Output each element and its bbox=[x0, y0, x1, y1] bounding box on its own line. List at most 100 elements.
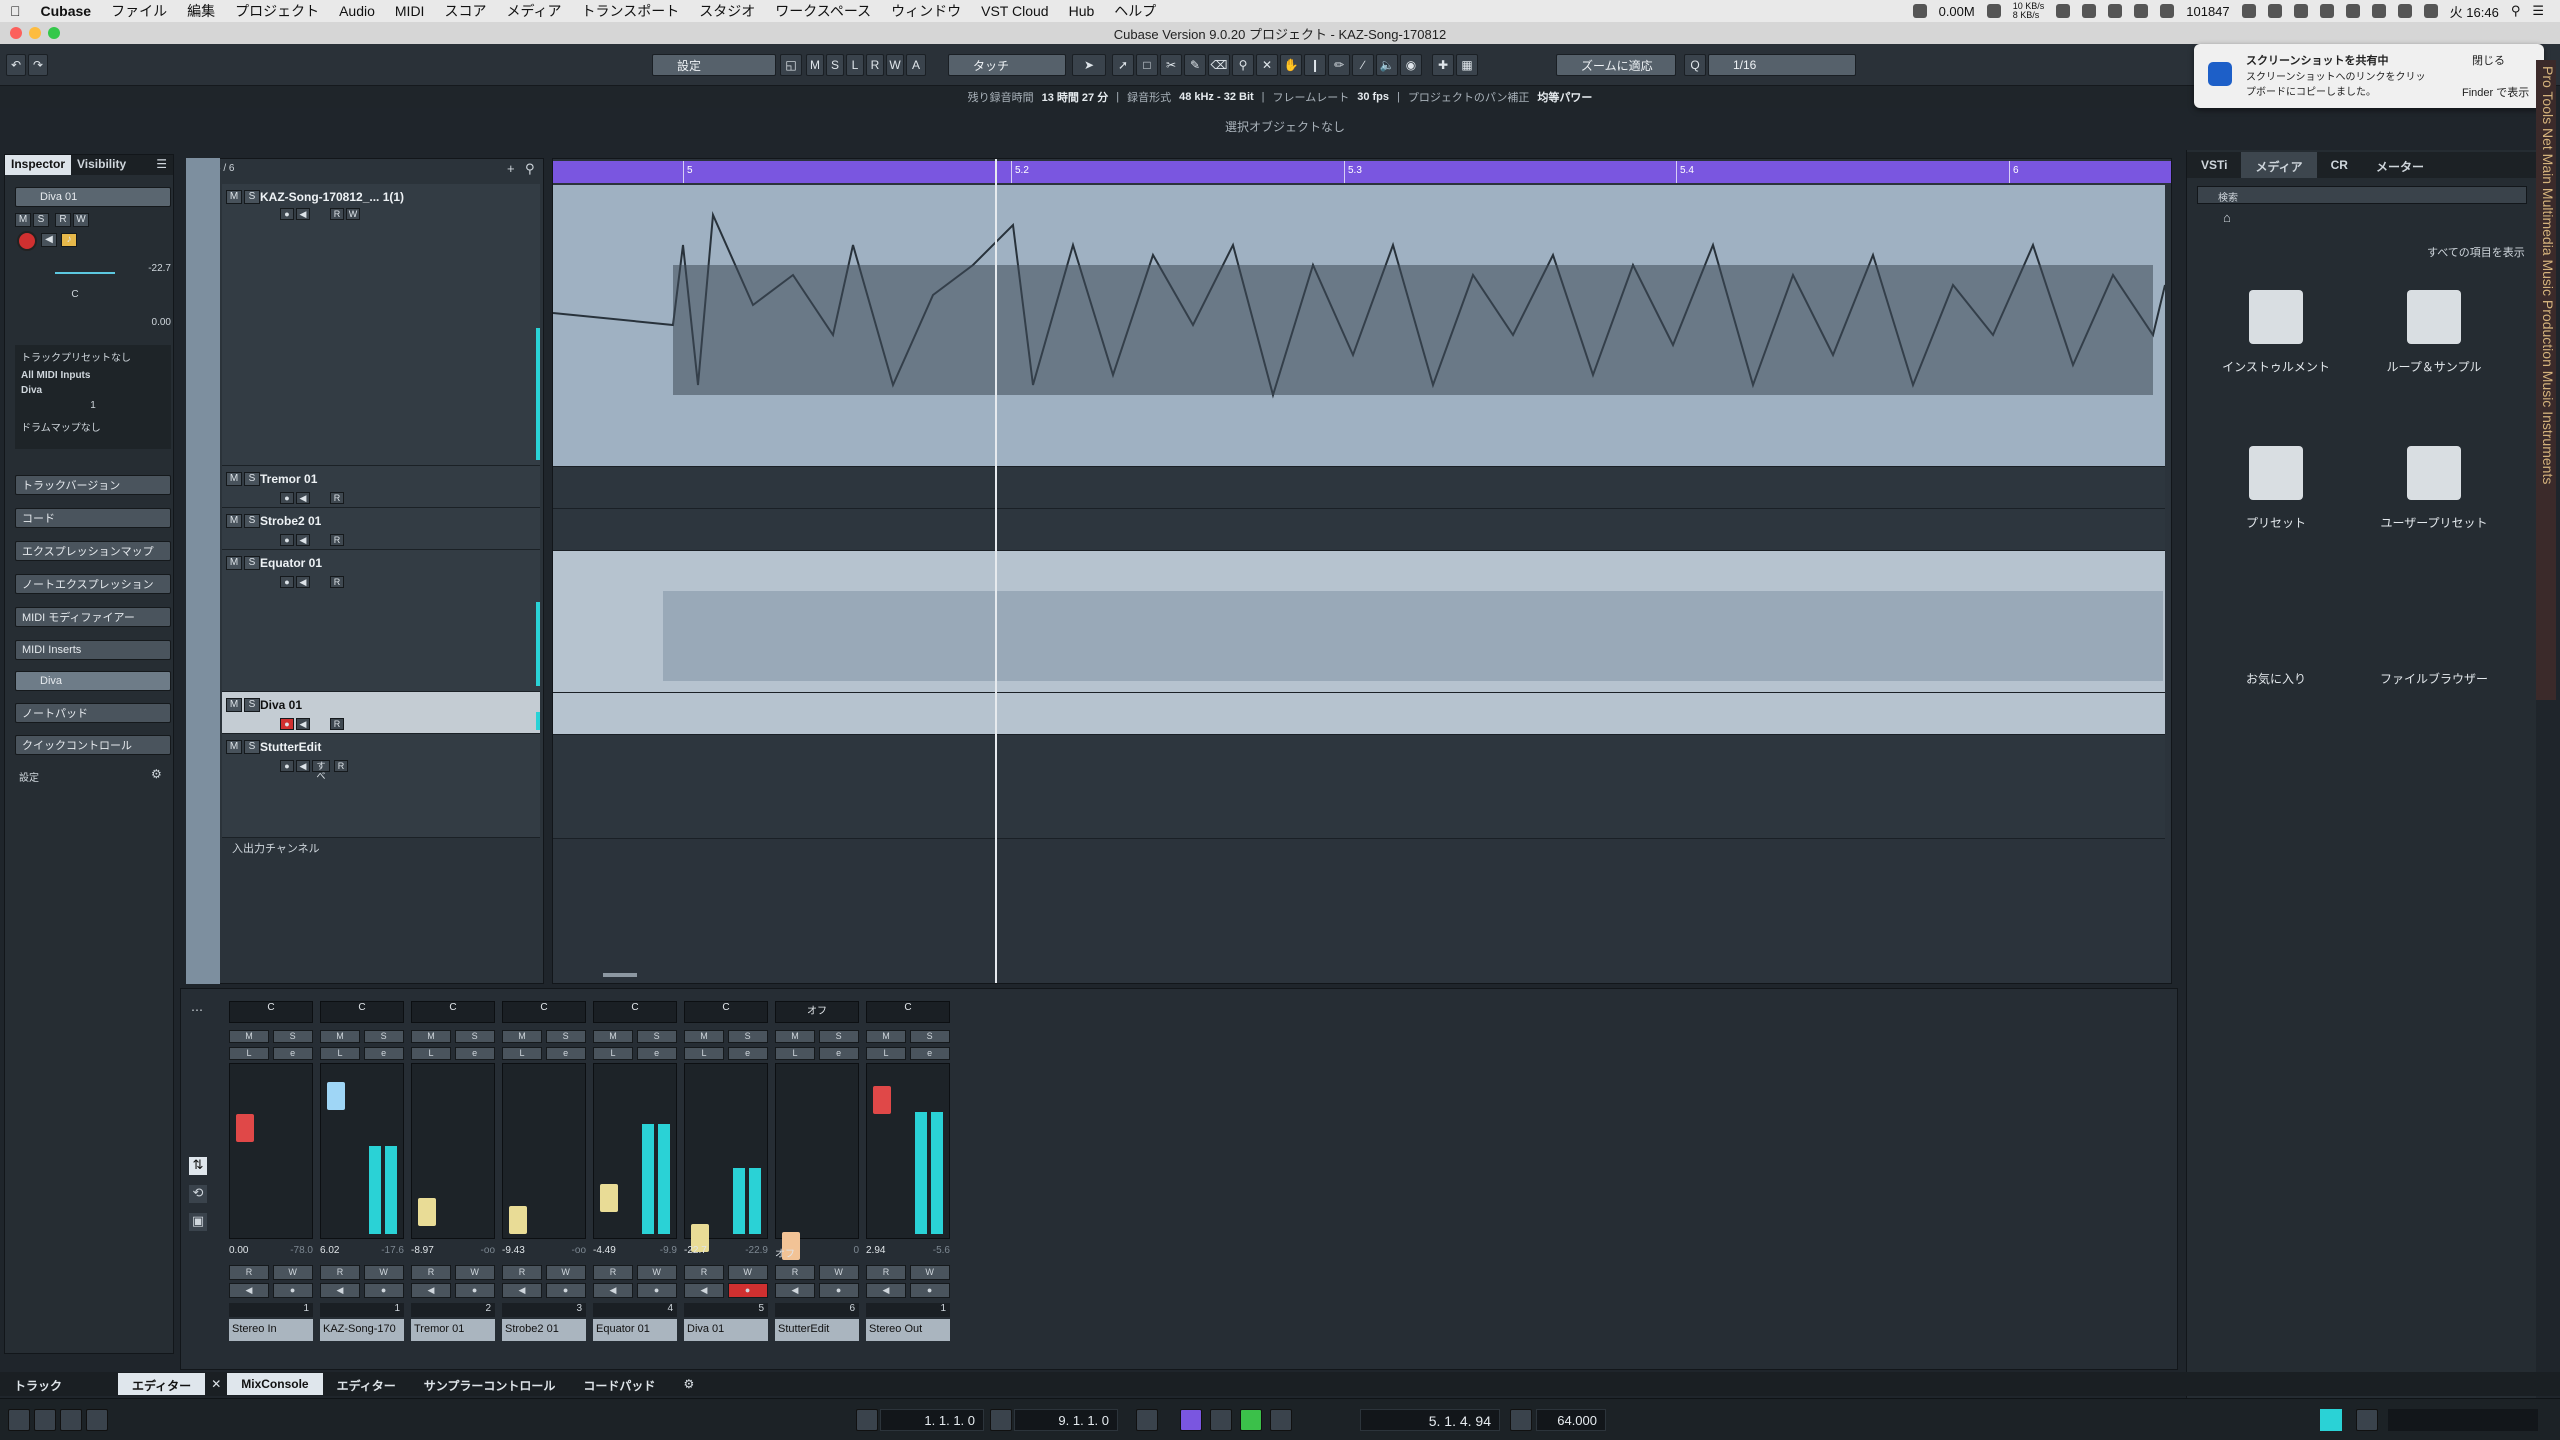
status-icon[interactable] bbox=[2423, 4, 2438, 18]
metronome-icon[interactable] bbox=[2356, 1409, 2378, 1431]
listen-button[interactable]: L bbox=[866, 1047, 906, 1060]
status-icon[interactable] bbox=[2371, 4, 2386, 18]
volume-fader[interactable] bbox=[411, 1063, 495, 1239]
status-icon[interactable] bbox=[2160, 4, 2175, 18]
section-instrument[interactable]: Diva bbox=[15, 671, 171, 691]
solo-button[interactable]: S bbox=[272, 1030, 313, 1043]
write-button[interactable]: W bbox=[272, 1265, 313, 1280]
solo-button[interactable]: S bbox=[244, 740, 260, 754]
write-button[interactable]: W bbox=[727, 1265, 768, 1280]
mute-button[interactable]: M bbox=[320, 1030, 360, 1043]
tab-editor[interactable]: エディター bbox=[118, 1373, 206, 1395]
edit-button[interactable]: e bbox=[454, 1047, 495, 1060]
framerate-value[interactable]: 30 fps bbox=[1357, 91, 1389, 103]
draw-tool-icon[interactable]: ✏ bbox=[1328, 54, 1350, 76]
pan-control[interactable]: オフ bbox=[775, 1001, 859, 1023]
record-enable-button[interactable]: ● bbox=[272, 1283, 313, 1298]
section-track-versions[interactable]: トラックバージョン bbox=[15, 475, 171, 495]
section-notepad[interactable]: ノートパッド bbox=[15, 703, 171, 723]
add-track-icon[interactable]: + bbox=[507, 161, 515, 176]
delay-readout[interactable]: 0.00 bbox=[25, 317, 171, 328]
drum-map[interactable]: ドラムマップなし bbox=[15, 413, 171, 440]
volume-readout[interactable]: オフ 0 bbox=[775, 1245, 859, 1260]
volume-fader[interactable] bbox=[502, 1063, 586, 1239]
inspector-track-name[interactable]: Diva 01 bbox=[15, 187, 171, 207]
solo-button[interactable]: S bbox=[909, 1030, 950, 1043]
stop-button[interactable] bbox=[1210, 1409, 1232, 1431]
read-button[interactable]: R bbox=[684, 1265, 724, 1280]
preset-dropdown[interactable]: 設定 bbox=[652, 54, 776, 76]
channel-strip[interactable]: CM SL e -4.49 -9.9 R W◀ ● 4 Equator 01 bbox=[591, 1001, 679, 1341]
track-name[interactable]: Tremor 01 bbox=[260, 472, 317, 486]
channel-name[interactable]: Equator 01 bbox=[593, 1319, 677, 1341]
pan-control[interactable]: C bbox=[684, 1001, 768, 1023]
volume-fader[interactable] bbox=[866, 1063, 950, 1239]
mute-button[interactable]: M bbox=[593, 1030, 633, 1043]
write-button[interactable]: W bbox=[636, 1265, 677, 1280]
notification-center-icon[interactable]: ☰ bbox=[2532, 3, 2544, 19]
track-name[interactable]: KAZ-Song-170812_... 1(1) bbox=[260, 190, 404, 204]
track-preset[interactable]: トラックプリセットなし bbox=[15, 345, 171, 368]
status-icon[interactable] bbox=[2267, 4, 2282, 18]
status-icon[interactable] bbox=[2345, 4, 2360, 18]
quantize-dropdown[interactable]: 1/16 bbox=[1708, 54, 1856, 76]
listen-button[interactable]: L bbox=[846, 54, 864, 76]
hand-tool-icon[interactable]: ✋ bbox=[1280, 54, 1302, 76]
read-button[interactable]: R bbox=[320, 1265, 360, 1280]
punch-in-icon[interactable] bbox=[34, 1409, 56, 1431]
notification-close-button[interactable]: 閉じる bbox=[2472, 52, 2505, 68]
color-tool-icon[interactable]: ◉ bbox=[1400, 54, 1422, 76]
pan-readout[interactable]: C bbox=[25, 289, 125, 300]
track-name[interactable]: StutterEdit bbox=[260, 740, 321, 754]
volume-readout[interactable]: -9.43 -oo bbox=[502, 1245, 586, 1256]
monitor-button[interactable]: ◀ bbox=[502, 1283, 542, 1298]
mute-button[interactable]: M bbox=[15, 213, 31, 227]
mute-button[interactable]: M bbox=[226, 472, 242, 486]
volume-readout[interactable]: 6.02 -17.6 bbox=[320, 1245, 404, 1256]
clock[interactable]: 火 16:46 bbox=[2450, 2, 2499, 21]
midi-output[interactable]: Diva bbox=[15, 383, 171, 398]
side-banner[interactable]: Pro Tools Net Main Multimedia Music Prod… bbox=[2536, 60, 2556, 700]
punch-out-icon[interactable] bbox=[60, 1409, 82, 1431]
close-icon[interactable]: ✕ bbox=[205, 1373, 227, 1395]
object-select-tool-icon[interactable]: ➚ bbox=[1112, 54, 1134, 76]
glue-tool-icon[interactable]: ✎ bbox=[1184, 54, 1206, 76]
mute-button[interactable]: M bbox=[229, 1030, 269, 1043]
channel-name[interactable]: StutterEdit bbox=[775, 1319, 859, 1341]
pan-control[interactable]: C bbox=[866, 1001, 950, 1023]
stutter-all-button[interactable]: すべ bbox=[312, 760, 330, 781]
channel-name[interactable]: Diva 01 bbox=[684, 1319, 768, 1341]
mute-tool-icon[interactable]: ✕ bbox=[1256, 54, 1278, 76]
volume-fader[interactable] bbox=[593, 1063, 677, 1239]
menu-edit[interactable]: 編集 bbox=[177, 1, 225, 21]
volume-readout[interactable]: -4.49 -9.9 bbox=[593, 1245, 677, 1256]
search-icon[interactable]: ⚲ bbox=[2511, 3, 2521, 19]
menu-workspace[interactable]: ワークスペース bbox=[765, 1, 881, 21]
monitor-button[interactable]: ◀ bbox=[296, 718, 310, 730]
read-button[interactable]: R bbox=[593, 1265, 633, 1280]
channel-strip[interactable]: CM SL e -8.97 -oo R W◀ ● 2 Tremor 01 bbox=[409, 1001, 497, 1341]
mute-button[interactable]: M bbox=[226, 698, 242, 712]
menu-transport[interactable]: トランスポート bbox=[571, 1, 689, 21]
auto-quantize-icon[interactable] bbox=[86, 1409, 108, 1431]
midi-channel[interactable]: 1 bbox=[15, 398, 171, 413]
media-search-input[interactable]: 検索 bbox=[2197, 186, 2527, 204]
status-icon[interactable] bbox=[2134, 4, 2149, 18]
solo-button[interactable]: S bbox=[636, 1030, 677, 1043]
midi-event[interactable] bbox=[553, 551, 2165, 693]
volume-readout[interactable]: 2.94 -5.6 bbox=[866, 1245, 950, 1256]
volume-fader[interactable] bbox=[684, 1063, 768, 1252]
lock-icon[interactable]: ◱ bbox=[780, 54, 802, 76]
show-all-link[interactable]: すべての項目を表示 bbox=[2427, 244, 2525, 260]
autoscroll-button[interactable]: ➤ bbox=[1072, 54, 1106, 76]
track-row[interactable]: M S Equator 01 ● ◀ R bbox=[222, 550, 540, 692]
tab-inspector[interactable]: Inspector bbox=[5, 155, 72, 175]
tab-vsti[interactable]: VSTi bbox=[2187, 152, 2241, 178]
monitor-button[interactable]: ◀ bbox=[411, 1283, 451, 1298]
menu-midi[interactable]: MIDI bbox=[385, 3, 435, 19]
section-midi-modifiers[interactable]: MIDI モディファイアー bbox=[15, 607, 171, 627]
fader-cap[interactable] bbox=[509, 1206, 527, 1234]
edit-button[interactable]: e bbox=[272, 1047, 313, 1060]
monitor-button[interactable]: ◀ bbox=[296, 760, 310, 772]
listen-button[interactable]: L bbox=[775, 1047, 815, 1060]
